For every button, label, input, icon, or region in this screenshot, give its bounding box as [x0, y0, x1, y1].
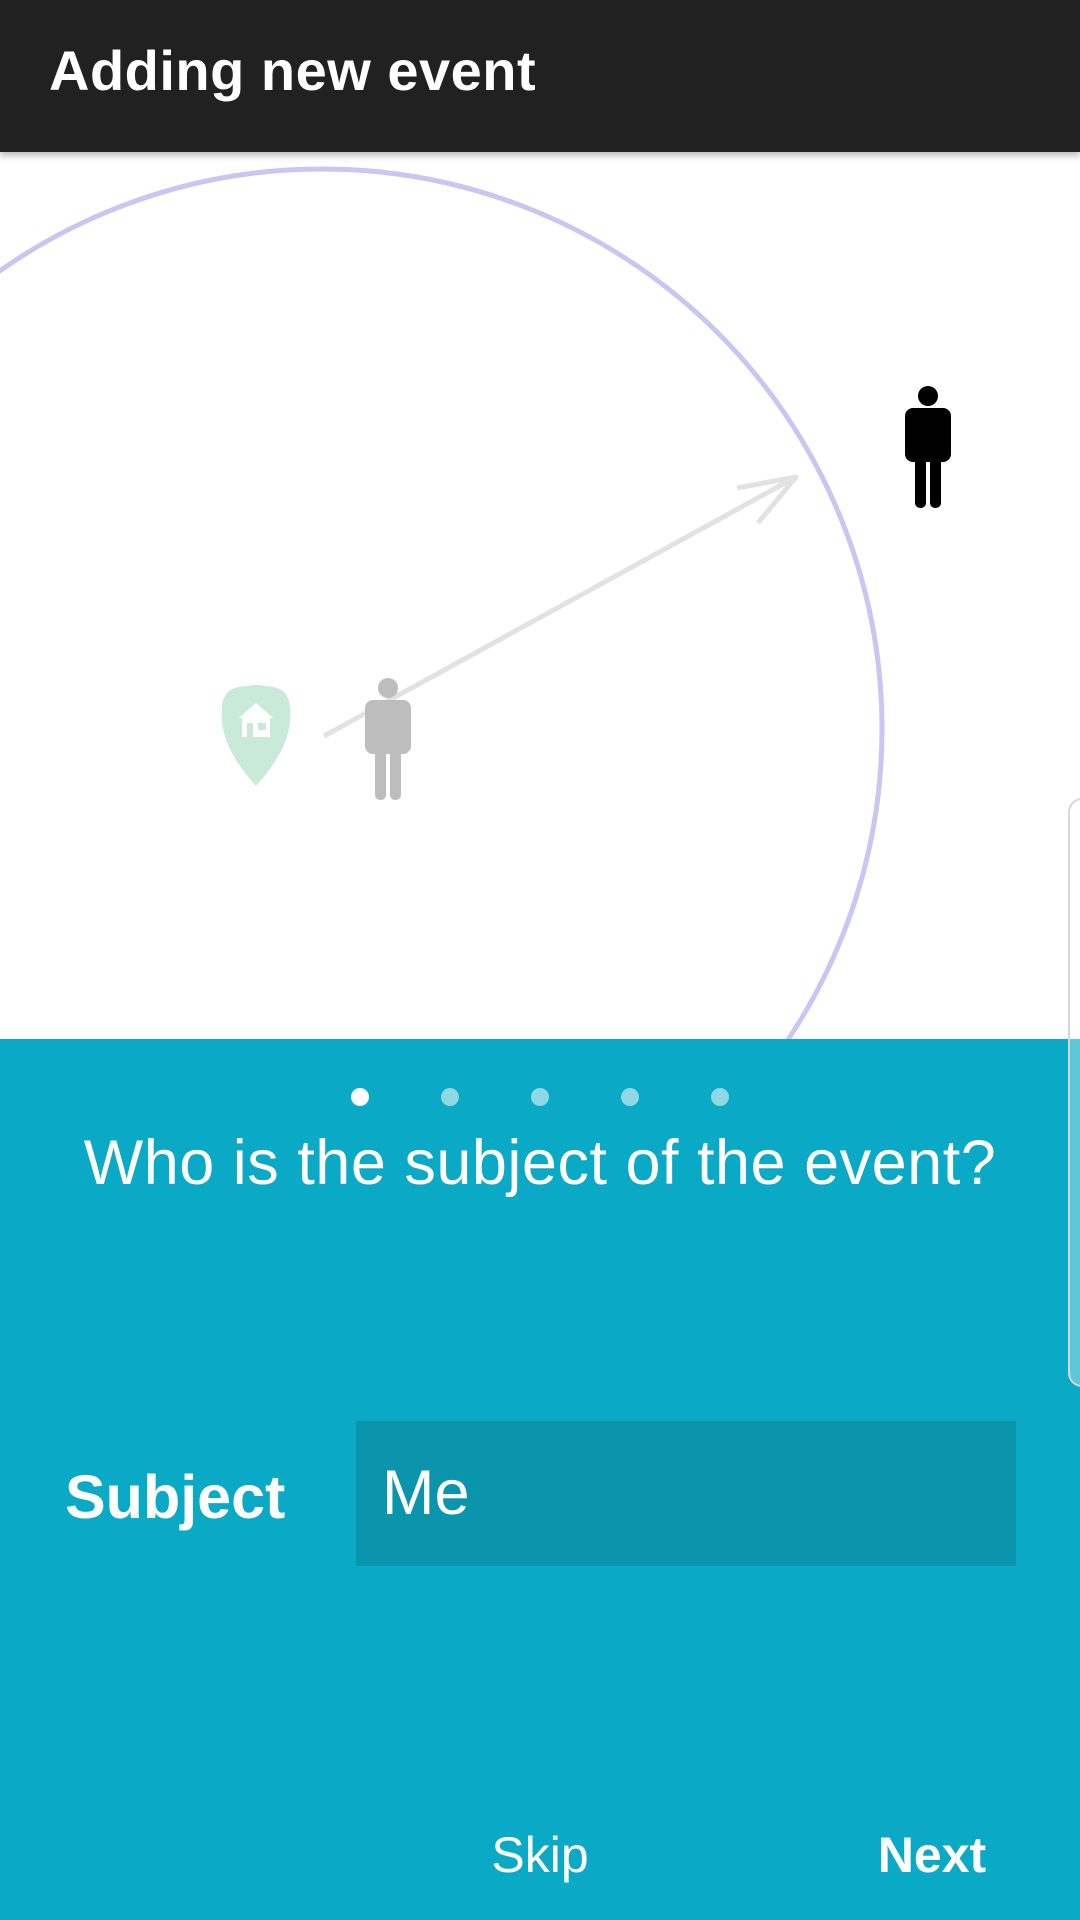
pager-dots: [0, 1088, 1080, 1108]
arrow-icon: [322, 474, 799, 739]
person-target-icon: [905, 386, 951, 508]
pager-dot-5: [711, 1088, 729, 1106]
app-bar: Adding new event: [0, 0, 1080, 152]
subject-label: Subject: [65, 1463, 286, 1531]
event-illustration: [0, 152, 1080, 1039]
home-location-pin-icon: [221, 685, 291, 786]
pager-dot-2: [441, 1088, 459, 1106]
pager-dot-1: [351, 1088, 369, 1106]
person-start-icon: [365, 678, 411, 800]
next-button[interactable]: Next: [870, 1826, 994, 1884]
pager-dot-3: [531, 1088, 549, 1106]
subject-input[interactable]: Me: [356, 1421, 1016, 1566]
range-circle: [0, 166, 885, 1039]
add-event-screen: Adding new event Who is the subject of t…: [0, 0, 1080, 1920]
edge-panel-handle[interactable]: [1068, 798, 1080, 1387]
question-panel: Who is the subject of the event? Subject…: [0, 1039, 1080, 1920]
illustration-canvas: [0, 166, 951, 1039]
skip-button[interactable]: Skip: [478, 1826, 602, 1884]
page-title: Adding new event: [49, 39, 537, 102]
question-text: Who is the subject of the event?: [83, 1128, 997, 1198]
pager-dot-4: [621, 1088, 639, 1106]
